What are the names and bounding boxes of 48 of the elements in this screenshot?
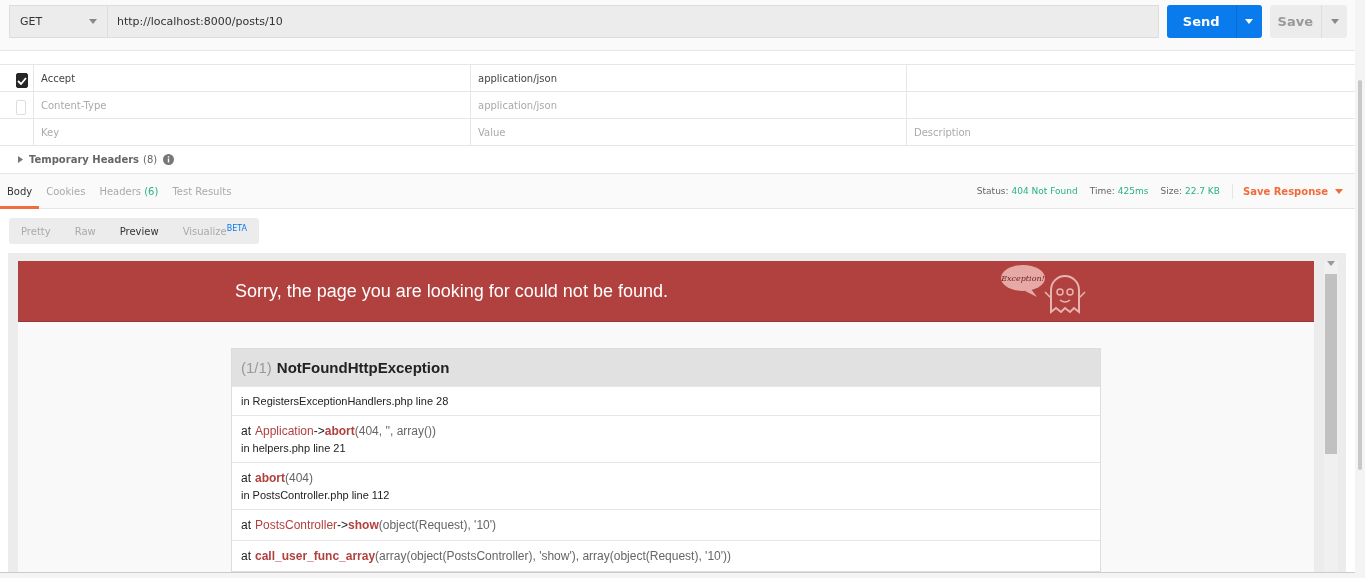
response-tab[interactable]: Cookies [39,173,93,209]
header-key-cell[interactable]: Key [33,119,470,145]
status-value: 22.7 KB [1184,186,1220,196]
send-button[interactable]: Send [1166,5,1236,38]
header-key-cell[interactable]: Content-Type [33,92,470,118]
info-icon[interactable] [163,154,175,165]
method-dropdown[interactable]: GET [9,5,107,38]
stack-frame-call: at call_user_func_array(array(object(PostsController), 'show'), array(object(Request), '10')) [241,549,733,563]
caret-icon [1245,19,1254,24]
header-key-cell[interactable]: Accept [33,65,470,91]
caret-icon [1335,188,1343,194]
scrollbar[interactable] [1324,261,1338,572]
url-field[interactable]: http://localhost:8000/posts/10 [107,5,1159,38]
error-message: Sorry, the page you are looking for could not be found. [235,280,668,302]
status-value: 425ms [1117,186,1149,196]
status-value: 404 Not Found [1011,186,1078,196]
response-tab[interactable]: Test Results [165,173,239,209]
exception-count: (1/1) [241,359,272,376]
caret-icon [1330,19,1339,24]
stack-frame-call: at PostsController->show(object(Request), '10') [241,518,498,532]
view-mode-button[interactable]: Visualize$^{BETA}$ [170,218,259,244]
view-mode-button[interactable]: Raw [62,218,108,244]
save-response-button[interactable]: Save Response [1231,183,1343,199]
checkbox[interactable] [16,73,28,88]
expand-caret-icon[interactable] [18,156,23,163]
status-label: Time: [1089,186,1115,196]
exception-name: NotFoundHttpException [276,359,450,376]
stack-frame-location: in RegistersExceptionHandlers.php line 28 [241,395,450,407]
stack-frame-call: at Application->abort(404, '', array()) [241,424,437,438]
send-split-button[interactable]: Send [1166,5,1262,38]
temporary-headers-count: (8) [143,154,158,165]
temporary-headers-label[interactable]: Temporary Headers [29,154,140,165]
view-mode-button[interactable]: Pretty [9,218,63,244]
save-button[interactable]: Save [1269,5,1321,38]
view-mode-button[interactable]: Preview [107,218,171,244]
header-value-cell[interactable]: Value [470,119,906,145]
response-tab[interactable]: Body [0,173,40,209]
header-value-cell[interactable]: application/json [470,92,906,118]
stack-frame-location: in PostsController.php line 112 [241,489,391,501]
ghost-drawing: Exception! [1001,262,1097,320]
stack-frame-call: at abort(404) [241,471,315,485]
stack-frame-location: in helpers.php line 21 [241,442,347,454]
save-split-button[interactable]: Save [1269,5,1347,38]
status-label: Size: [1160,186,1182,196]
header-value-cell[interactable]: application/json [470,65,906,91]
status-label: Status: [976,186,1009,196]
response-tab[interactable]: Headers (6) [92,173,166,209]
caret-icon [89,19,97,24]
